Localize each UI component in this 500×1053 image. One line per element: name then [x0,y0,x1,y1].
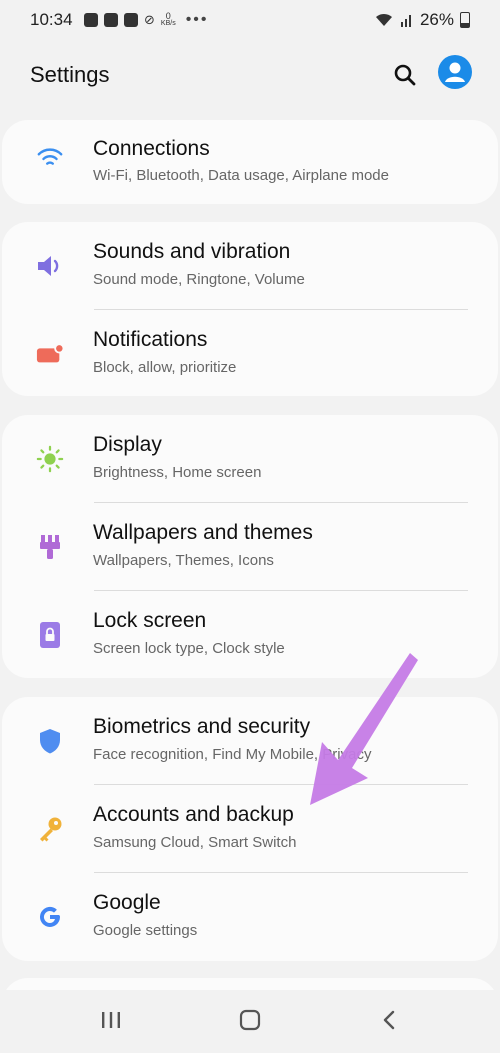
settings-item-label: Notifications [93,328,208,351]
media-notification-icon [124,13,138,27]
settings-group-security: Biometrics and security Face recognition… [2,697,498,961]
recent-apps-button[interactable] [91,1000,131,1040]
back-button[interactable] [369,1000,409,1040]
notes-notification-icon [84,13,98,27]
settings-item-label: Biometrics and security [93,715,311,738]
google-icon [36,903,64,931]
search-icon[interactable] [390,60,420,90]
signal-icon [400,15,411,27]
settings-item-label: Display [93,433,162,456]
settings-item-subtitle: Google settings [93,922,198,939]
settings-item-lock-screen[interactable]: Lock screen Screen lock type, Clock styl… [2,591,498,678]
profile-avatar-icon[interactable] [438,55,472,89]
network-speed-value: 0 [165,11,171,21]
settings-item-subtitle: Wallpapers, Themes, Icons [93,552,274,569]
settings-item-biometrics[interactable]: Biometrics and security Face recognition… [2,697,498,785]
settings-item-google[interactable]: Google Google settings [2,873,498,961]
settings-item-connections[interactable]: Connections Wi-Fi, Bluetooth, Data usage… [2,120,498,204]
settings-item-sounds[interactable]: Sounds and vibration Sound mode, Rington… [2,222,498,310]
status-time: 10:34 [30,10,73,29]
settings-item-subtitle: Face recognition, Find My Mobile, Privac… [93,746,372,763]
app-header: Settings [0,50,500,100]
battery-percent: 26% [419,10,454,29]
settings-item-subtitle: Brightness, Home screen [93,464,262,481]
status-bar: 10:34 ⊘ 0 KB/s ••• 26% [0,0,500,40]
status-right: 26% [374,10,470,30]
settings-item-label: Google [93,891,161,914]
paintbrush-icon [36,533,64,561]
notification-icon [36,340,64,368]
sun-icon [36,445,64,473]
shield-icon [36,727,64,755]
wifi-status-icon [375,13,392,26]
recent-apps-icon [102,1012,120,1028]
wifi-icon [36,144,64,172]
home-icon [239,1009,261,1031]
settings-group-sound-notifications: Sounds and vibration Sound mode, Rington… [2,222,498,396]
key-icon [36,815,64,843]
settings-item-notifications[interactable]: Notifications Block, allow, prioritize [2,310,498,396]
settings-item-label: Lock screen [93,609,207,632]
network-speed-unit: KB/s [160,20,176,27]
settings-item-label: Accounts and backup [93,803,294,826]
settings-item-subtitle: Samsung Cloud, Smart Switch [93,834,297,851]
network-speed: 0 KB/s [161,12,176,28]
settings-item-display[interactable]: Display Brightness, Home screen [2,415,498,503]
home-button[interactable] [230,1000,270,1040]
settings-item-subtitle: Sound mode, Ringtone, Volume [93,271,305,288]
status-notification-icons: ⊘ 0 KB/s ••• [84,11,209,29]
system-nav-bar [0,990,500,1053]
settings-item-accounts-backup[interactable]: Accounts and backup Samsung Cloud, Smart… [2,785,498,873]
battery-icon [460,12,470,28]
more-notifications-icon: ••• [185,11,209,28]
settings-item-subtitle: Block, allow, prioritize [93,359,237,376]
lock-icon [36,621,64,649]
page-title: Settings [30,62,110,87]
settings-item-label: Wallpapers and themes [93,521,313,544]
settings-group-display: Display Brightness, Home screen Wallpape… [2,415,498,678]
settings-item-subtitle: Screen lock type, Clock style [93,640,285,657]
youtube-notification-icon [104,13,118,27]
settings-item-subtitle: Wi-Fi, Bluetooth, Data usage, Airplane m… [93,167,389,184]
link-notification-icon: ⊘ [144,12,155,27]
settings-item-label: Sounds and vibration [93,240,291,263]
settings-group-connections: Connections Wi-Fi, Bluetooth, Data usage… [2,120,498,204]
settings-item-label: Connections [93,137,210,160]
speaker-icon [36,252,64,280]
settings-item-wallpapers[interactable]: Wallpapers and themes Wallpapers, Themes… [2,503,498,591]
back-icon [383,1010,395,1030]
